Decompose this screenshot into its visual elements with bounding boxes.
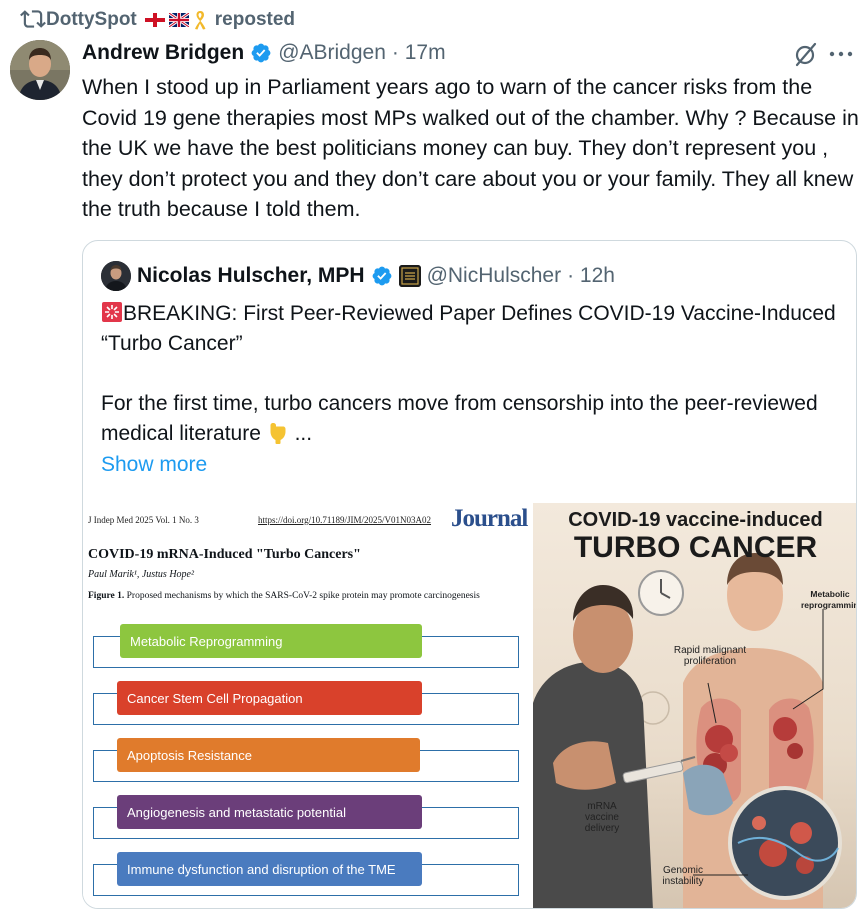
ribbon-icon: [194, 11, 206, 30]
quoted-author-name[interactable]: Nicolas Hulscher, MPH: [137, 264, 365, 288]
paper-title: COVID-19 mRNA-Induced "Turbo Cancers": [88, 547, 361, 562]
label-rapid-proliferation: Rapid malignant proliferation: [673, 645, 747, 667]
label-genomic-instability: Genomic instability: [662, 865, 704, 887]
quoted-ellipsis: ...: [294, 422, 313, 445]
mechanism-box: Angiogenesis and metastatic potential: [117, 795, 422, 829]
verified-badge-icon: [251, 43, 271, 63]
quoted-line-breaking: BREAKING: First Peer-Reviewed Paper Defi…: [101, 302, 836, 355]
quoted-line-body: For the first time, turbo cancers move f…: [101, 392, 818, 445]
show-more-link[interactable]: Show more: [101, 453, 207, 477]
repost-header[interactable]: DottySpot reposted: [46, 8, 295, 32]
siren-icon: [102, 302, 122, 322]
figure-caption-text: Proposed mechanisms by which the SARS-Co…: [126, 591, 480, 601]
illustration-title-2: TURBO CANCER: [573, 531, 818, 564]
pointing-down-icon: [270, 423, 286, 444]
figure-label: Figure 1.: [88, 591, 125, 601]
tweet-text: When I stood up in Parliament years ago …: [82, 75, 859, 221]
paper-doi: https://doi.org/10.71189/JIM/2025/V01N03…: [258, 515, 432, 525]
label-mrna-delivery: mRNA vaccine delivery: [584, 801, 620, 834]
mechanism-box: Cancer Stem Cell Propagation: [117, 681, 422, 715]
verified-badge-icon: [372, 266, 391, 286]
mechanism-box: Immune dysfunction and disruption of the…: [117, 852, 422, 886]
tweet-time[interactable]: · 17m: [392, 41, 446, 65]
author-avatar[interactable]: [10, 40, 70, 100]
author-handle[interactable]: @ABridgen: [278, 41, 386, 65]
journal-logo: Journal: [451, 505, 528, 532]
quoted-media[interactable]: J Indep Med 2025 Vol. 1 No. 3 https://do…: [83, 503, 856, 908]
quoted-author-handle[interactable]: @NicHulscher: [427, 264, 562, 288]
author-name[interactable]: Andrew Bridgen: [82, 41, 244, 65]
mechanism-box: Metabolic Reprogramming: [120, 624, 422, 658]
quoted-tweet-time[interactable]: · 12h: [567, 264, 615, 288]
uk-flag-icon: [168, 13, 189, 27]
quoted-author-avatar[interactable]: [101, 261, 131, 291]
more-options-icon[interactable]: [826, 43, 856, 65]
quoted-author-row: Nicolas Hulscher, MPH @NicHulscher · 12h: [101, 261, 615, 291]
england-flag-icon: [144, 13, 165, 27]
flag-emojis: [144, 10, 207, 30]
tweet-author-row: Andrew Bridgen @ABridgen · 17m: [82, 38, 446, 68]
figure-caption: Figure 1. Proposed mechanisms by which t…: [88, 591, 480, 601]
illustration-title-1: COVID-19 vaccine-induced: [568, 509, 823, 531]
repost-icon: [20, 10, 46, 28]
affiliate-badge-icon: [398, 265, 421, 287]
grok-icon[interactable]: [793, 41, 819, 67]
label-metabolic: Metabolic reprogramming: [801, 589, 856, 610]
turbo-cancer-illustration: COVID-19 vaccine-induced TURBO CANCER Me…: [533, 503, 856, 908]
paper-figure-image: J Indep Med 2025 Vol. 1 No. 3 https://do…: [83, 503, 533, 908]
paper-authors: Paul Marik¹, Justus Hope²: [88, 569, 194, 580]
quoted-tweet-card[interactable]: Nicolas Hulscher, MPH @NicHulscher · 12h…: [82, 240, 857, 909]
quoted-tweet-text: BREAKING: First Peer-Reviewed Paper Defi…: [101, 299, 841, 479]
repost-user[interactable]: DottySpot: [46, 9, 137, 31]
mechanism-box: Apoptosis Resistance: [117, 738, 420, 772]
repost-suffix: reposted: [214, 9, 296, 30]
paper-meta: J Indep Med 2025 Vol. 1 No. 3: [88, 515, 199, 525]
